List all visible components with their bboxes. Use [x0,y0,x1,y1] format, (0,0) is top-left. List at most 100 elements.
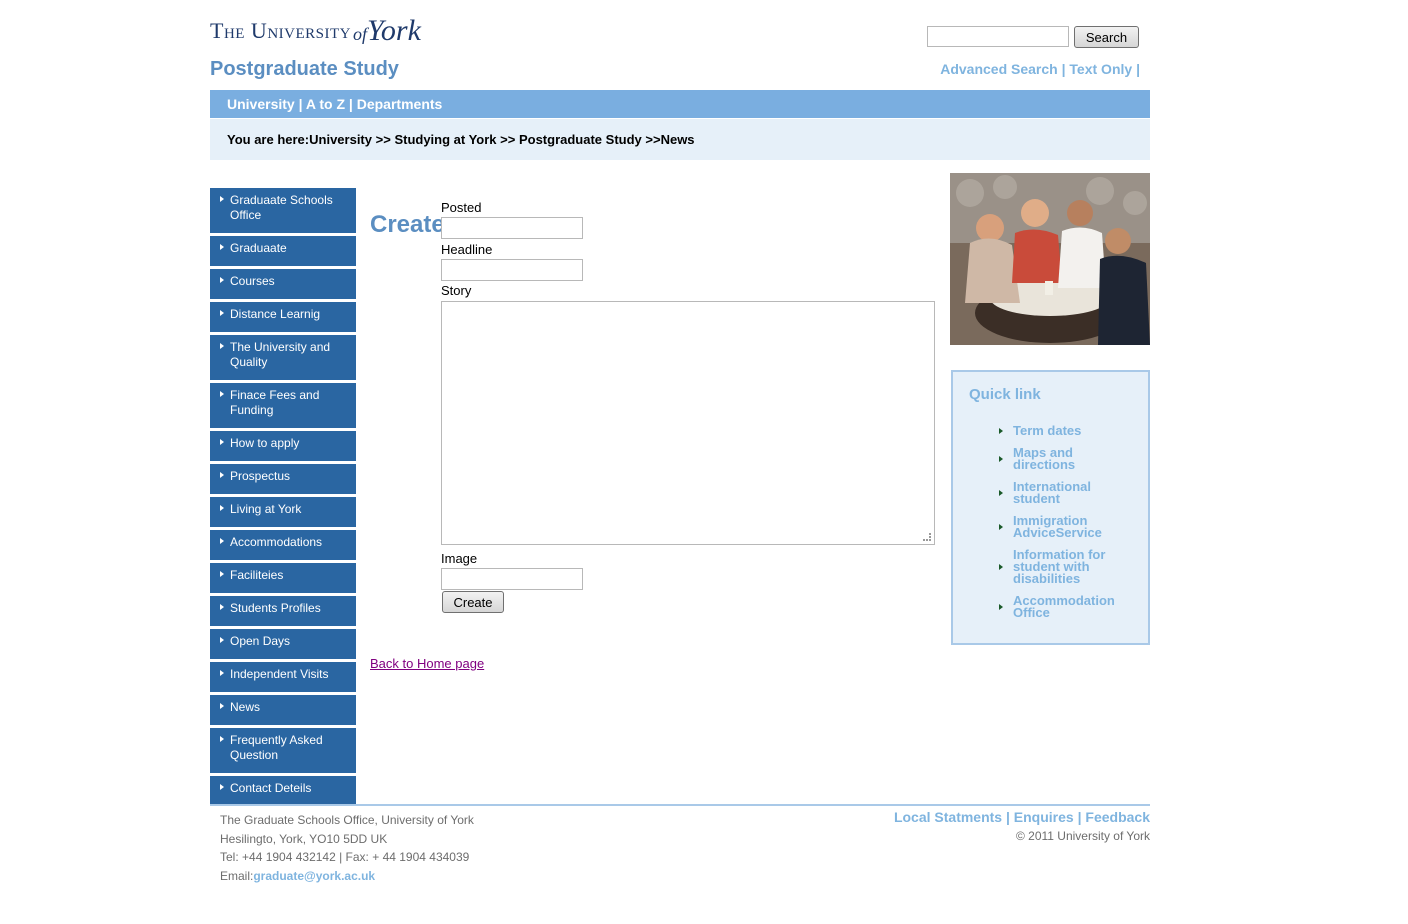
breadcrumb-item-news: News [660,132,695,147]
sidebar-item-label: Prospectus [230,469,291,483]
nav-item-university[interactable]: University [227,96,295,112]
logo-university-text: The University [210,18,351,43]
sidebar-item-label: Living at York [230,502,302,516]
create-button[interactable]: Create [442,591,504,613]
quick-link-immigration[interactable]: Immigration AdviceService [1013,514,1133,539]
arrow-right-icon [220,703,224,709]
footer-phone: Tel: +44 1904 432142 | Fax: + 44 1904 43… [220,850,470,864]
sidebar-item-how-to-apply[interactable]: How to apply [210,431,356,461]
quick-links-panel: Quick link Term dates Maps and direction… [951,370,1150,645]
arrow-right-icon [220,571,224,577]
sidebar-item-label: Finace Fees and Funding [230,388,320,417]
breadcrumb-separator: >> [645,132,661,147]
sidebar-item-distance-learning[interactable]: Distance Learnig [210,302,356,332]
sidebar-item-living-at-york[interactable]: Living at York [210,497,356,527]
footer-link-local-statements[interactable]: Local Statments [894,809,1002,825]
nav-separator: | [298,96,303,112]
story-label: Story [441,283,472,298]
headline-field[interactable] [441,259,583,281]
sidebar-item-student-profiles[interactable]: Students Profiles [210,596,356,626]
sidebar-item-label: Courses [230,274,275,288]
sidebar-item-university-quality[interactable]: The University and Quality [210,335,356,380]
resize-grip-icon[interactable] [923,533,931,541]
footer-address-line1: The Graduate Schools Office, University … [220,813,474,827]
quick-link-accommodation-office[interactable]: Accommodation Office [1013,594,1133,619]
breadcrumb-item-studying[interactable]: Studying at York [394,132,496,147]
footer-link-enquiries[interactable]: Enquires [1014,809,1074,825]
sidebar-item-accommodations[interactable]: Accommodations [210,530,356,560]
sidebar-item-label: Frequently Asked Question [230,733,323,762]
sidebar-item-fees-funding[interactable]: Finace Fees and Funding [210,383,356,428]
top-link-separator-trailing: | [1136,61,1140,77]
arrow-right-icon [999,524,1003,530]
arrow-right-icon [220,670,224,676]
page: The University ofYork Postgraduate Study… [210,0,1150,924]
breadcrumb-item-university[interactable]: University [309,132,372,147]
sidebar-item-courses[interactable]: Courses [210,269,356,299]
advanced-search-link[interactable]: Advanced Search [940,61,1058,77]
arrow-right-icon [220,472,224,478]
headline-label: Headline [441,242,493,257]
quick-link-disabilities[interactable]: Information for student with disabilitie… [1013,548,1133,585]
sidebar-item-graduate-schools-office[interactable]: Graduaate Schools Office [210,188,356,233]
sidebar-item-facilities[interactable]: Faciliteies [210,563,356,593]
quick-links-title: Quick link [969,386,1041,403]
university-logo[interactable]: The University ofYork [210,12,421,54]
logo-york-text: York [367,14,421,47]
arrow-right-icon [220,637,224,643]
quick-link-international[interactable]: International student [1013,480,1133,505]
sidebar-item-independent-visits[interactable]: Independent Visits [210,662,356,692]
posted-field[interactable] [441,217,583,239]
footer-link-separator: | [1005,809,1010,825]
breadcrumb-separator: >> [500,132,516,147]
arrow-right-icon [220,244,224,250]
footer-link-separator: | [1077,809,1082,825]
sidebar-item-open-days[interactable]: Open Days [210,629,356,659]
breadcrumb-item-postgraduate[interactable]: Postgraduate Study [519,132,642,147]
page-heading: Create [370,211,445,238]
sidebar-item-label: The University and Quality [230,340,331,369]
sidebar-item-graduate[interactable]: Graduaate [210,236,356,266]
sidebar-item-label: Contact Deteils [230,781,312,795]
text-only-link[interactable]: Text Only [1069,61,1132,77]
footer-address-line2: Hesilingto, York, YO10 5DD UK [220,831,388,846]
sidebar-item-news[interactable]: News [210,695,356,725]
nav-item-a-to-z[interactable]: A to Z [306,96,345,112]
back-to-home-link[interactable]: Back to Home page [370,656,484,671]
search-button[interactable]: Search [1074,26,1139,48]
footer-divider [210,804,1150,806]
sidebar-item-label: Graduaate [230,241,287,255]
arrow-right-icon [220,736,224,742]
nav-item-departments[interactable]: Departments [357,96,443,112]
students-photo [950,173,1150,345]
footer-email-label: Email: [220,868,254,883]
quick-link-term-dates[interactable]: Term dates [1013,424,1133,437]
sidebar-item-label: Distance Learnig [230,307,321,321]
footer-link-feedback[interactable]: Feedback [1085,809,1150,825]
quick-link-maps[interactable]: Maps and directions [1013,446,1133,471]
arrow-right-icon [220,310,224,316]
breadcrumb-prefix: You are here: [227,132,310,147]
logo-york-script: ofYork [353,16,421,54]
story-textarea[interactable] [441,301,935,545]
sidebar-item-label: Accommodations [230,535,323,549]
sidebar-item-label: Independent Visits [230,667,329,681]
sidebar-item-contact-details[interactable]: Contact Deteils [210,776,356,806]
sidebar-item-label: News [230,700,261,714]
footer-email-link[interactable]: graduate@york.ac.uk [253,869,375,883]
arrow-right-icon [220,505,224,511]
image-field[interactable] [441,568,583,590]
footer-address: The Graduate Schools Office, University … [220,811,474,885]
arrow-right-icon [220,538,224,544]
arrow-right-icon [999,490,1003,496]
footer-email-row: Email:graduate@york.ac.uk [220,867,474,886]
sidebar-item-faq[interactable]: Frequently Asked Question [210,728,356,773]
arrow-right-icon [220,277,224,283]
sidebar-item-prospectus[interactable]: Prospectus [210,464,356,494]
site-title: Postgraduate Study [210,58,399,80]
students-photo-graphic [950,173,1150,345]
search-input[interactable] [927,26,1069,47]
footer-copyright: © 2011 University of York [1015,829,1150,843]
sidebar-item-label: Graduaate Schools Office [230,193,333,222]
posted-label: Posted [441,200,482,215]
